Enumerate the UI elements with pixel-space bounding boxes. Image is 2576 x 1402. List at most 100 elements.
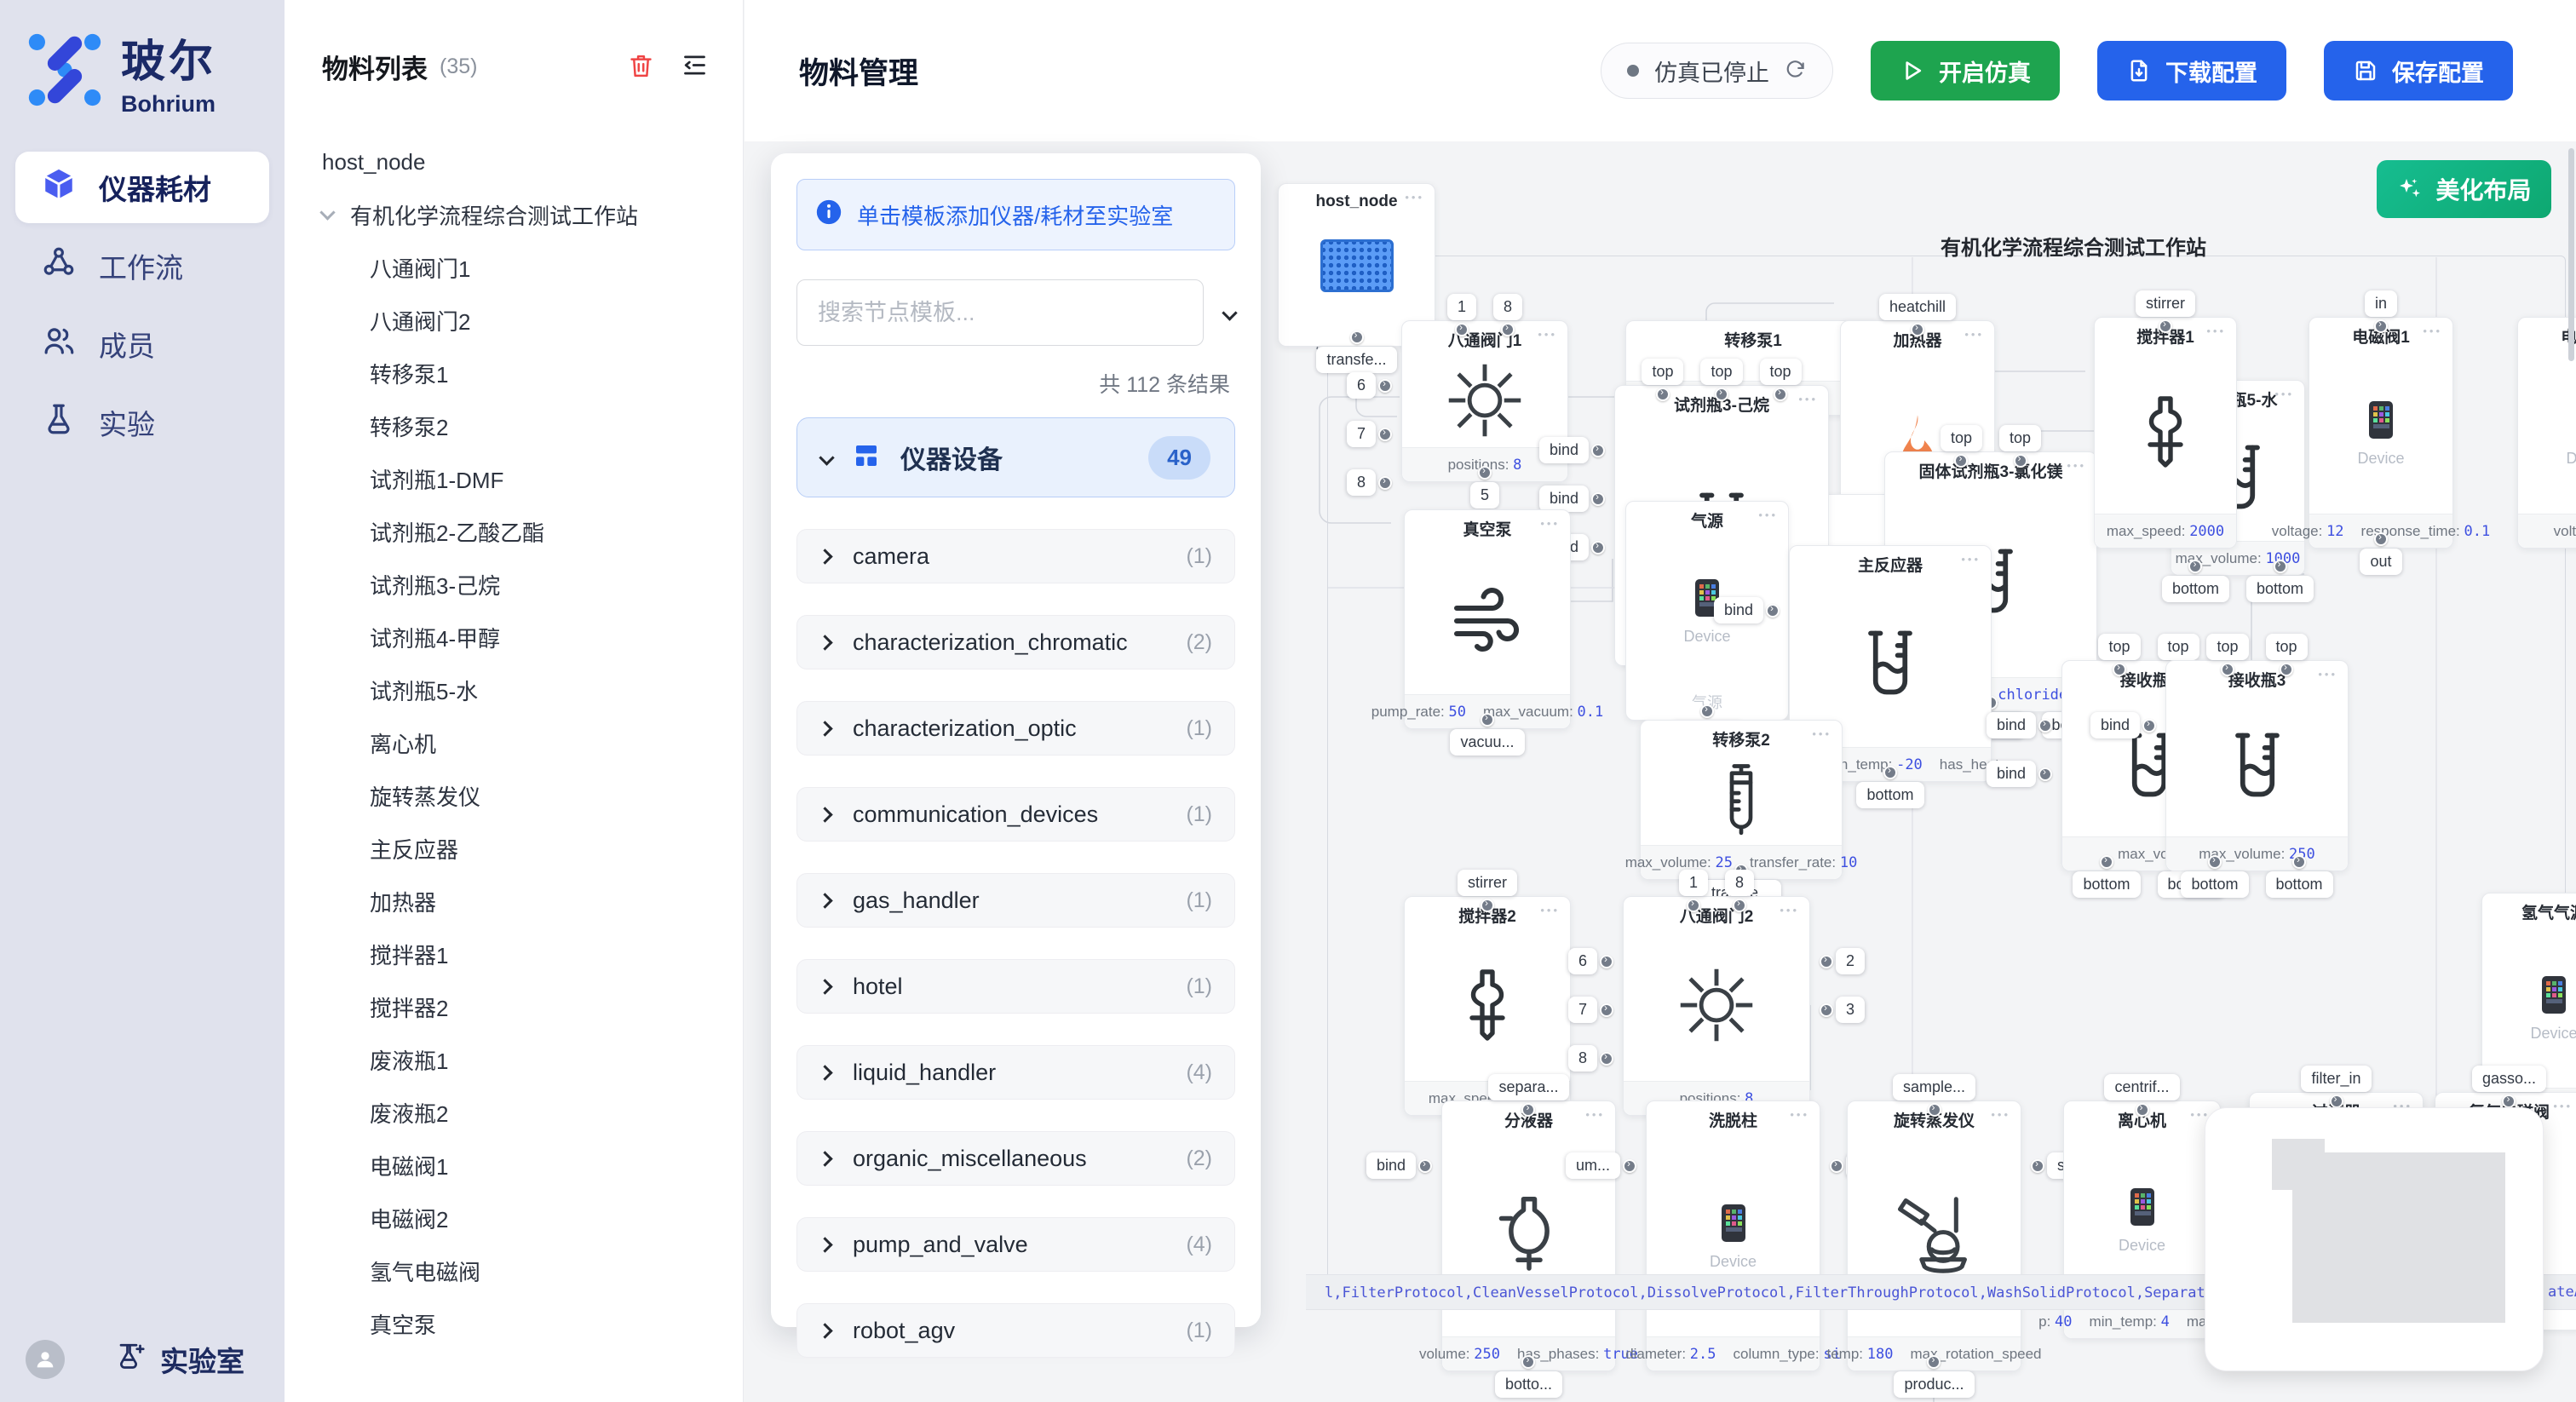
canvas-scrollbar[interactable]: [2568, 148, 2574, 361]
port-dot-icon[interactable]: [2142, 719, 2156, 733]
port-chip[interactable]: gasso...: [2472, 1066, 2546, 1092]
port-dot-icon[interactable]: [2208, 855, 2222, 869]
node-port[interactable]: top: [2098, 634, 2140, 676]
port-chip[interactable]: bottom: [2162, 576, 2229, 602]
canvas-node[interactable]: 搅拌器1•••max_speed: 2000stirrer: [2094, 317, 2237, 549]
port-chip[interactable]: sample...: [1893, 1074, 1975, 1100]
port-dot-icon[interactable]: [2113, 663, 2126, 676]
canvas-node[interactable]: 接收瓶3•••max_volume: 250toptopbottombottom…: [2165, 660, 2349, 871]
port-chip[interactable]: 8: [1493, 294, 1522, 320]
collapse-tree-icon[interactable]: [681, 51, 709, 83]
node-port[interactable]: um...: [1566, 1152, 1636, 1179]
port-chip[interactable]: bind: [1987, 761, 2036, 787]
node-port[interactable]: 6: [1568, 948, 1613, 974]
node-port[interactable]: heatchill: [1879, 294, 1956, 336]
port-dot-icon[interactable]: [2100, 855, 2113, 869]
port-chip[interactable]: stirrer: [1458, 870, 1517, 896]
port-dot-icon[interactable]: [1766, 604, 1780, 618]
tree-item[interactable]: 氢气电磁阀: [285, 1244, 743, 1297]
port-dot-icon[interactable]: [2292, 855, 2306, 869]
port-dot-icon[interactable]: [1927, 1355, 1941, 1369]
node-menu-icon[interactable]: •••: [2274, 388, 2294, 400]
port-dot-icon[interactable]: [1378, 476, 1392, 490]
port-chip[interactable]: bind: [1366, 1152, 1416, 1179]
node-port[interactable]: 8: [1493, 294, 1522, 336]
tree-item[interactable]: 废液瓶1: [285, 1033, 743, 1086]
port-chip[interactable]: 5: [1470, 482, 1499, 509]
port-chip[interactable]: 3: [1836, 997, 1865, 1023]
port-chip[interactable]: top: [1700, 359, 1742, 385]
port-chip[interactable]: bottom: [2181, 871, 2248, 898]
tree-item[interactable]: 废液瓶2: [285, 1086, 743, 1139]
port-dot-icon[interactable]: [1820, 1003, 1833, 1017]
port-chip[interactable]: top: [1999, 425, 2041, 451]
sidebar-item-实验[interactable]: 实验: [15, 387, 269, 458]
port-dot-icon[interactable]: [1521, 1355, 1535, 1369]
avatar[interactable]: [26, 1340, 65, 1379]
port-dot-icon[interactable]: [1954, 454, 1968, 468]
port-dot-icon[interactable]: [1481, 713, 1494, 727]
canvas-node[interactable]: 八通阀门2•••positions: 8185467823: [1623, 896, 1810, 1116]
port-dot-icon[interactable]: [2374, 532, 2388, 546]
port-chip[interactable]: bind: [1539, 437, 1589, 463]
node-port[interactable]: bind: [1539, 486, 1605, 512]
template-item-characterization_chromatic[interactable]: characterization_chromatic(2): [796, 615, 1235, 669]
node-port[interactable]: bind: [2090, 712, 2156, 738]
node-port[interactable]: bottom: [1856, 766, 1923, 808]
port-dot-icon[interactable]: [1911, 323, 1924, 336]
node-port[interactable]: stirrer: [2136, 290, 2195, 333]
port-chip[interactable]: top: [1642, 359, 1683, 385]
tree-item-host[interactable]: host_node: [285, 135, 743, 188]
port-dot-icon[interactable]: [2374, 319, 2388, 333]
node-port[interactable]: 5: [1470, 466, 1499, 509]
canvas-node[interactable]: 电磁阀2•••Devicevoltage: 12: [2517, 317, 2576, 549]
template-item-pump_and_valve[interactable]: pump_and_valve(4): [796, 1217, 1235, 1272]
port-dot-icon[interactable]: [1623, 1159, 1636, 1173]
node-port[interactable]: top: [1760, 359, 1802, 401]
port-dot-icon[interactable]: [2502, 1095, 2516, 1108]
port-chip[interactable]: centrif...: [2104, 1074, 2179, 1100]
start-simulation-button[interactable]: 开启仿真: [1871, 41, 2060, 101]
template-item-gas_handler[interactable]: gas_handler(1): [796, 873, 1235, 928]
sidebar-item-lab[interactable]: 实验室: [116, 1339, 244, 1380]
port-chip[interactable]: 8: [1347, 469, 1376, 496]
port-dot-icon[interactable]: [1478, 466, 1492, 480]
port-dot-icon[interactable]: [1700, 704, 1714, 718]
port-dot-icon[interactable]: [2159, 319, 2172, 333]
node-port[interactable]: gasso...: [2472, 1066, 2546, 1108]
tree-item[interactable]: 试剂瓶3-己烷: [285, 558, 743, 611]
node-port[interactable]: stirrer: [1458, 870, 1517, 912]
port-dot-icon[interactable]: [1481, 899, 1494, 912]
port-dot-icon[interactable]: [2274, 560, 2287, 573]
port-chip[interactable]: in: [2365, 290, 2397, 317]
sim-status-pill[interactable]: 仿真已停止: [1601, 43, 1833, 99]
node-port[interactable]: 1: [1679, 870, 1708, 912]
port-dot-icon[interactable]: [1600, 1052, 1613, 1066]
port-dot-icon[interactable]: [1501, 323, 1515, 336]
tree-item[interactable]: 离心机: [285, 716, 743, 769]
node-port[interactable]: sample...: [1893, 1074, 1975, 1117]
node-port[interactable]: produc...: [1894, 1355, 1974, 1398]
canvas-node[interactable]: 洗脱柱•••Devicediameter: 2.5column_type: si…: [1646, 1100, 1820, 1371]
tree-item[interactable]: 试剂瓶5-水: [285, 664, 743, 716]
template-item-hotel[interactable]: hotel(1): [796, 959, 1235, 1014]
port-dot-icon[interactable]: [1350, 330, 1364, 344]
canvas-node[interactable]: 电磁阀1•••Devicevoltage: 12response_time: 0…: [2309, 317, 2453, 549]
node-port[interactable]: 1: [1447, 294, 1476, 336]
tree-item[interactable]: 试剂瓶4-甲醇: [285, 611, 743, 664]
sidebar-item-成员[interactable]: 成员: [15, 308, 269, 380]
node-port[interactable]: 7: [1347, 421, 1392, 447]
port-chip[interactable]: 6: [1347, 372, 1376, 399]
canvas-node[interactable]: 旋转蒸发仪•••temp: 180max_rotation_speedsampl…: [1847, 1100, 2021, 1371]
category-instruments[interactable]: 仪器设备 49: [796, 417, 1235, 497]
node-menu-icon[interactable]: •••: [1812, 727, 1831, 740]
node-port[interactable]: separa...: [1488, 1074, 1568, 1117]
port-chip[interactable]: top: [2098, 634, 2140, 660]
port-dot-icon[interactable]: [2038, 719, 2052, 733]
port-chip[interactable]: 6: [1568, 948, 1597, 974]
tree-item[interactable]: 主反应器: [285, 822, 743, 875]
tree-item[interactable]: 电磁阀2: [285, 1192, 743, 1244]
tree-item[interactable]: 搅拌器2: [285, 980, 743, 1033]
port-chip[interactable]: stirrer: [2136, 290, 2195, 317]
port-chip[interactable]: bind: [1539, 486, 1589, 512]
